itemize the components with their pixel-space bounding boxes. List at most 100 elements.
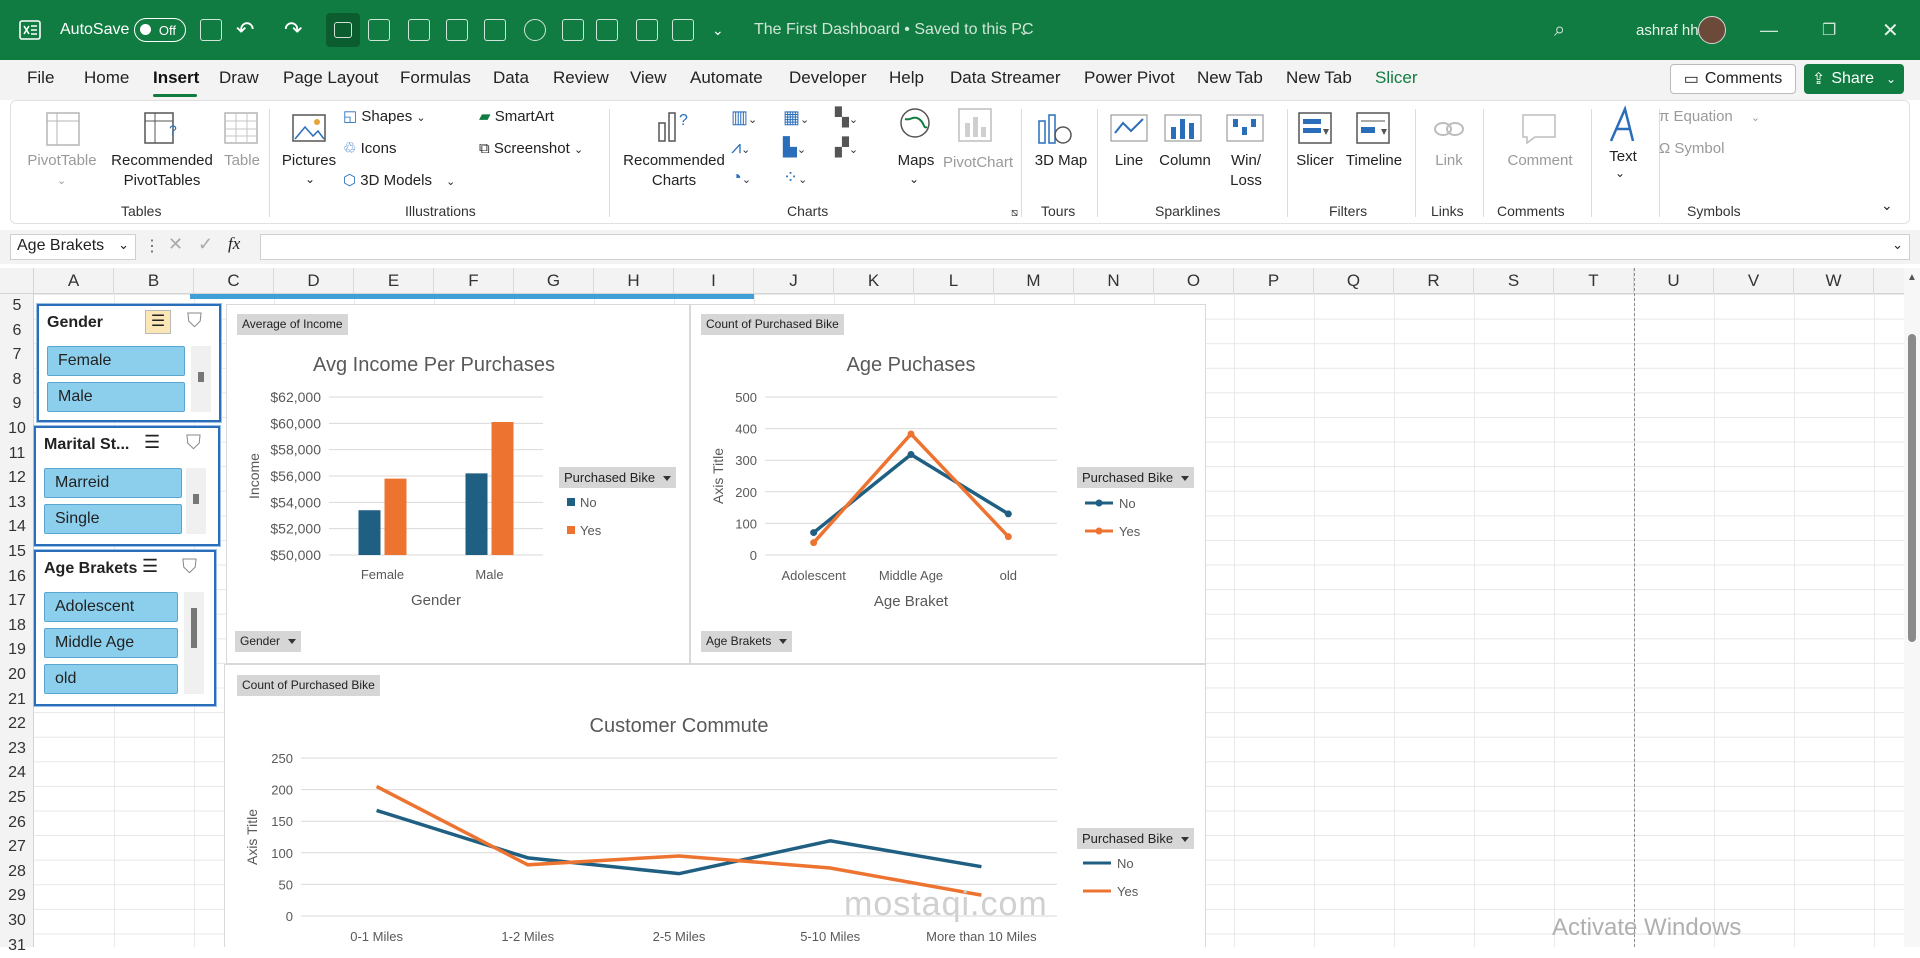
row-header[interactable]: 9 (0, 392, 34, 417)
axis-field-button[interactable]: Age Brakets (701, 631, 793, 652)
multi-select-icon[interactable]: ☰ (144, 432, 160, 453)
slicer-scroll-thumb[interactable] (193, 494, 199, 504)
column-header[interactable]: S (1474, 268, 1554, 294)
title-chevron-icon[interactable]: ⌄ (1018, 0, 1030, 60)
quick-access-icon-4[interactable] (484, 0, 506, 60)
row-header[interactable]: 18 (0, 614, 34, 639)
name-box[interactable]: Age Brakets ⌄ (10, 234, 136, 260)
tab-automate[interactable]: Automate (690, 68, 763, 88)
slicer-scrollbar[interactable] (186, 468, 206, 534)
slicer-item[interactable]: old (44, 664, 178, 694)
pivottable-button[interactable]: PivotTable (27, 151, 97, 171)
row-header[interactable]: 23 (0, 737, 34, 762)
slicer-item[interactable]: Male (47, 382, 185, 412)
column-header[interactable]: I (674, 268, 754, 294)
table-button[interactable]: Table (217, 151, 267, 171)
line-sparkline-button[interactable]: Line (1107, 151, 1151, 171)
statistic-chart-icon[interactable]: ▙⌄ (783, 137, 806, 160)
tab-review[interactable]: Review (553, 68, 609, 88)
touch-mode-icon[interactable] (326, 13, 360, 47)
legend-field-button[interactable]: Purchased Bike (1077, 467, 1195, 488)
slicer-gender[interactable]: Gender ☰ ⛉ Female Male (36, 303, 222, 423)
column-header[interactable]: J (754, 268, 834, 294)
pie-chart-icon[interactable]: ◔⌄ (731, 167, 751, 190)
insert-function-icon[interactable]: fx (228, 234, 240, 254)
pictures-button[interactable]: Pictures (281, 151, 337, 171)
quick-access-icon-3[interactable] (446, 0, 468, 60)
line-chart-icon[interactable]: ⩘⌄ (731, 137, 750, 160)
row-header[interactable]: 5 (0, 294, 34, 319)
link-button[interactable]: Link (1427, 151, 1471, 171)
row-header[interactable]: 16 (0, 565, 34, 590)
column-header[interactable]: A (34, 268, 114, 294)
tab-formulas[interactable]: Formulas (400, 68, 471, 88)
tab-power-pivot[interactable]: Power Pivot (1084, 68, 1175, 88)
collapse-ribbon-icon[interactable]: ⌄ (1881, 195, 1893, 215)
axis-field-button[interactable]: Gender (235, 631, 302, 652)
column-header[interactable]: D (274, 268, 354, 294)
slicer-item[interactable]: Female (47, 346, 185, 376)
column-header[interactable]: Q (1314, 268, 1394, 294)
search-icon[interactable]: ⌕ (1554, 0, 1565, 60)
vertical-scrollbar[interactable]: ▲ (1904, 268, 1920, 947)
recommended-pivottables-button[interactable]: Recommended PivotTables (99, 151, 225, 191)
quick-access-icon-9[interactable] (672, 0, 694, 60)
pivotchart-button[interactable]: PivotChart (943, 153, 1013, 173)
timeline-button[interactable]: Timeline (1341, 151, 1407, 171)
vertical-scroll-thumb[interactable] (1908, 334, 1916, 642)
column-header[interactable]: O (1154, 268, 1234, 294)
column-header[interactable]: W (1794, 268, 1874, 294)
close-icon[interactable]: ✕ (1882, 0, 1899, 60)
column-header[interactable]: H (594, 268, 674, 294)
column-header[interactable]: E (354, 268, 434, 294)
chart-avg-income[interactable]: Average of Income $50,000 $52,000 $54,000 $… (226, 304, 690, 664)
multi-select-icon[interactable]: ☰ (142, 556, 158, 577)
row-header[interactable]: 29 (0, 884, 34, 909)
avatar[interactable] (1698, 16, 1726, 44)
screenshot-button[interactable]: ⧉ Screenshot ⌄ (479, 139, 583, 160)
clear-filter-icon[interactable]: ⛉ (186, 432, 201, 455)
row-header[interactable]: 19 (0, 638, 34, 663)
charts-dialog-launcher-icon[interactable]: ⧅ (1011, 203, 1018, 223)
row-header[interactable]: 20 (0, 663, 34, 688)
pivottable-chevron-icon[interactable]: ⌄ (57, 171, 66, 191)
column-header[interactable]: C (194, 268, 274, 294)
tab-developer[interactable]: Developer (789, 68, 867, 88)
smartart-button[interactable]: ▰ SmartArt (479, 107, 554, 127)
slicer-scrollbar[interactable] (184, 592, 204, 694)
row-header[interactable]: 27 (0, 835, 34, 860)
minimize-icon[interactable]: — (1760, 0, 1778, 60)
row-header[interactable]: 8 (0, 368, 34, 393)
row-header[interactable]: 24 (0, 761, 34, 786)
save-icon[interactable] (200, 0, 222, 60)
select-all-corner[interactable] (0, 268, 34, 294)
document-title[interactable]: The First Dashboard • Saved to this PC (754, 0, 1034, 60)
row-header[interactable]: 15 (0, 540, 34, 565)
quick-access-icon-8[interactable] (636, 0, 658, 60)
equation-button[interactable]: π Equation ⌄ (1659, 107, 1760, 128)
column-header[interactable]: L (914, 268, 994, 294)
chart-age-purchases[interactable]: Count of Purchased Bike 0 100 200 300 400 500… (690, 304, 1206, 664)
quick-access-icon-6[interactable] (562, 0, 584, 60)
slicer-scroll-thumb[interactable] (198, 372, 204, 382)
confirm-entry-icon[interactable]: ✓ (198, 234, 213, 255)
expand-formula-icon[interactable]: ⌄ (1892, 237, 1903, 253)
slicer-scrollbar[interactable] (191, 346, 211, 412)
restore-icon[interactable]: ❐ (1822, 0, 1836, 60)
row-header[interactable]: 6 (0, 319, 34, 344)
customize-qat-icon[interactable]: ⌄ (712, 0, 724, 60)
column-header[interactable]: K (834, 268, 914, 294)
tab-slicer[interactable]: Slicer (1375, 68, 1418, 88)
symbol-button[interactable]: Ω Symbol (1659, 139, 1724, 159)
column-chart-icon[interactable]: ▥⌄ (731, 107, 757, 130)
tab-view[interactable]: View (630, 68, 667, 88)
column-header[interactable]: F (434, 268, 514, 294)
tab-help[interactable]: Help (889, 68, 924, 88)
tab-page-layout[interactable]: Page Layout (283, 68, 378, 88)
quick-access-icon-7[interactable] (596, 0, 618, 60)
column-header[interactable]: P (1234, 268, 1314, 294)
maps-chevron-icon[interactable]: ⌄ (909, 169, 919, 189)
column-header[interactable]: B (114, 268, 194, 294)
multi-select-icon[interactable]: ☰ (145, 310, 171, 334)
row-header[interactable]: 14 (0, 515, 34, 540)
